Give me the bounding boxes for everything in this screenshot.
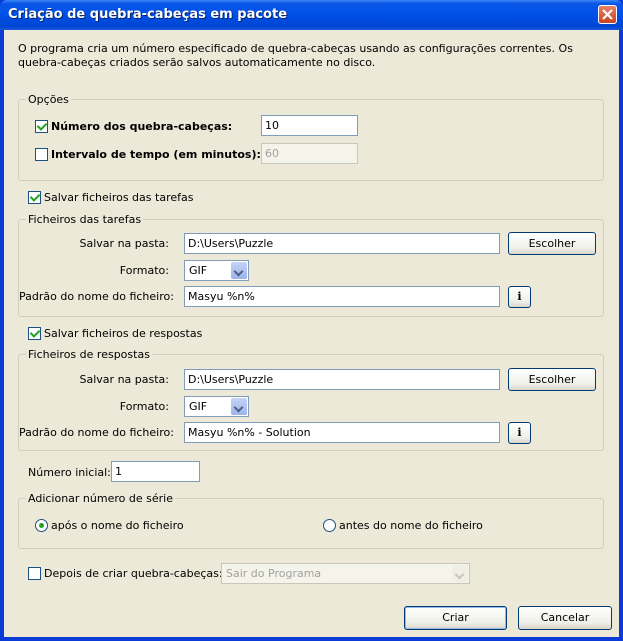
solution-folder-input[interactable]: D:\Users\Puzzle: [184, 369, 500, 390]
solution-pattern-label: Padrão do nome do ficheiro:: [19, 426, 174, 439]
dialog-window: Criação de quebra-cabeças em pacote O pr…: [0, 0, 623, 641]
serial-after-label: após o nome do ficheiro: [51, 519, 184, 532]
description-text: O programa cria um número especificado d…: [18, 42, 573, 69]
start-number-label: Número inicial:: [28, 466, 111, 479]
options-group-label: Opções: [26, 93, 71, 106]
close-button[interactable]: [598, 5, 617, 24]
task-format-select[interactable]: GIF: [184, 260, 249, 281]
solution-browse-button[interactable]: Escolher: [508, 368, 596, 391]
serial-number-group-label: Adicionar número de série: [26, 492, 175, 505]
puzzle-count-input[interactable]: 10: [261, 115, 358, 136]
task-folder-label: Salvar na pasta:: [79, 237, 169, 250]
title-bar[interactable]: Criação de quebra-cabeças em pacote: [0, 0, 623, 30]
solution-format-value: GIF: [189, 400, 208, 413]
after-create-select[interactable]: Sair do Programa: [221, 563, 470, 584]
start-number-input[interactable]: 1: [111, 461, 200, 482]
solution-folder-label: Salvar na pasta:: [79, 373, 169, 386]
solution-files-group-label: Ficheiros de respostas: [26, 348, 152, 361]
task-files-group-label: Ficheiros das tarefas: [26, 213, 144, 226]
options-group: Opções Número dos quebra-cabeças: 10 Int…: [18, 93, 604, 181]
serial-before-label: antes do nome do ficheiro: [339, 519, 483, 532]
cancel-button[interactable]: Cancelar: [518, 606, 612, 630]
puzzle-count-checkbox[interactable]: [35, 120, 48, 133]
chevron-down-icon[interactable]: [231, 262, 247, 279]
after-create-value: Sair do Programa: [226, 567, 322, 580]
task-browse-button[interactable]: Escolher: [508, 232, 596, 255]
close-icon: [602, 9, 613, 20]
time-interval-label: Intervalo de tempo (em minutos):: [51, 148, 261, 161]
task-files-group: Ficheiros das tarefas Salvar na pasta: D…: [18, 213, 604, 317]
time-interval-checkbox[interactable]: [35, 148, 48, 161]
puzzle-count-label: Número dos quebra-cabeças:: [51, 120, 233, 133]
serial-after-radio[interactable]: [35, 519, 48, 532]
serial-number-group: Adicionar número de série após o nome do…: [18, 492, 604, 549]
task-folder-input[interactable]: D:\Users\Puzzle: [184, 233, 500, 254]
task-format-label: Formato:: [119, 264, 169, 277]
window-title: Criação de quebra-cabeças em pacote: [8, 7, 288, 22]
save-task-files-checkbox[interactable]: [28, 191, 41, 204]
serial-before-radio[interactable]: [323, 519, 336, 532]
solution-pattern-input[interactable]: Masyu %n% - Solution: [184, 422, 500, 443]
solution-pattern-info-button[interactable]: i: [508, 422, 531, 444]
chevron-down-icon[interactable]: [452, 565, 468, 582]
task-format-value: GIF: [189, 264, 208, 277]
task-pattern-info-button[interactable]: i: [508, 286, 531, 308]
after-create-checkbox[interactable]: [28, 567, 41, 580]
save-solution-files-checkbox[interactable]: [28, 327, 41, 340]
time-interval-input[interactable]: 60: [261, 143, 358, 164]
dialog-body: O programa cria um número especificado d…: [4, 30, 619, 637]
after-create-label: Depois de criar quebra-cabeças:: [44, 567, 223, 580]
solution-format-select[interactable]: GIF: [184, 396, 249, 417]
create-button[interactable]: Criar: [404, 606, 507, 630]
chevron-down-icon[interactable]: [231, 398, 247, 415]
save-task-files-label: Salvar ficheiros das tarefas: [44, 191, 194, 204]
solution-format-label: Formato:: [119, 400, 169, 413]
save-solution-files-label: Salvar ficheiros de respostas: [44, 327, 203, 340]
solution-files-group: Ficheiros de respostas Salvar na pasta: …: [18, 348, 604, 451]
task-pattern-input[interactable]: Masyu %n%: [184, 286, 500, 307]
task-pattern-label: Padrão do nome do ficheiro:: [19, 290, 174, 303]
